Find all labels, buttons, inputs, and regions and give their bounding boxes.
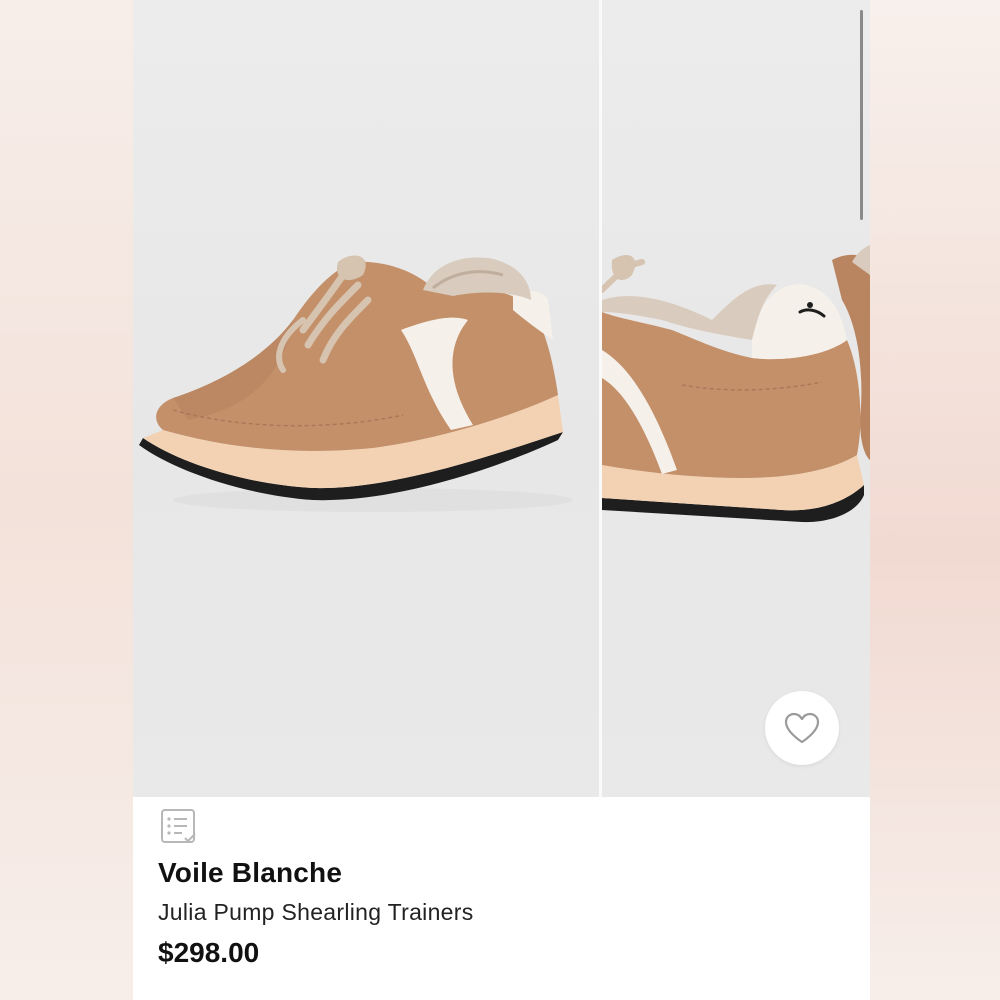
product-image-2[interactable] — [602, 0, 870, 797]
product-name[interactable]: Julia Pump Shearling Trainers — [158, 899, 474, 926]
sneaker-side-illustration — [139, 255, 573, 512]
product-info: Voile Blanche Julia Pump Shearling Train… — [133, 797, 870, 1000]
heart-outline-icon — [784, 712, 820, 744]
favorite-button[interactable] — [765, 691, 839, 765]
list-checklist-icon[interactable] — [160, 808, 198, 846]
right-backdrop — [870, 0, 1000, 1000]
product-price: $298.00 — [158, 937, 260, 968]
product-card: Voile Blanche Julia Pump Shearling Train… — [133, 0, 870, 1000]
carousel-scrollbar[interactable] — [860, 10, 863, 220]
left-backdrop — [0, 0, 133, 1000]
sneaker-heel-illustration — [602, 245, 870, 523]
brand-name[interactable]: Voile Blanche — [158, 857, 342, 889]
image-carousel[interactable] — [133, 0, 870, 797]
product-image-1[interactable] — [133, 0, 599, 797]
